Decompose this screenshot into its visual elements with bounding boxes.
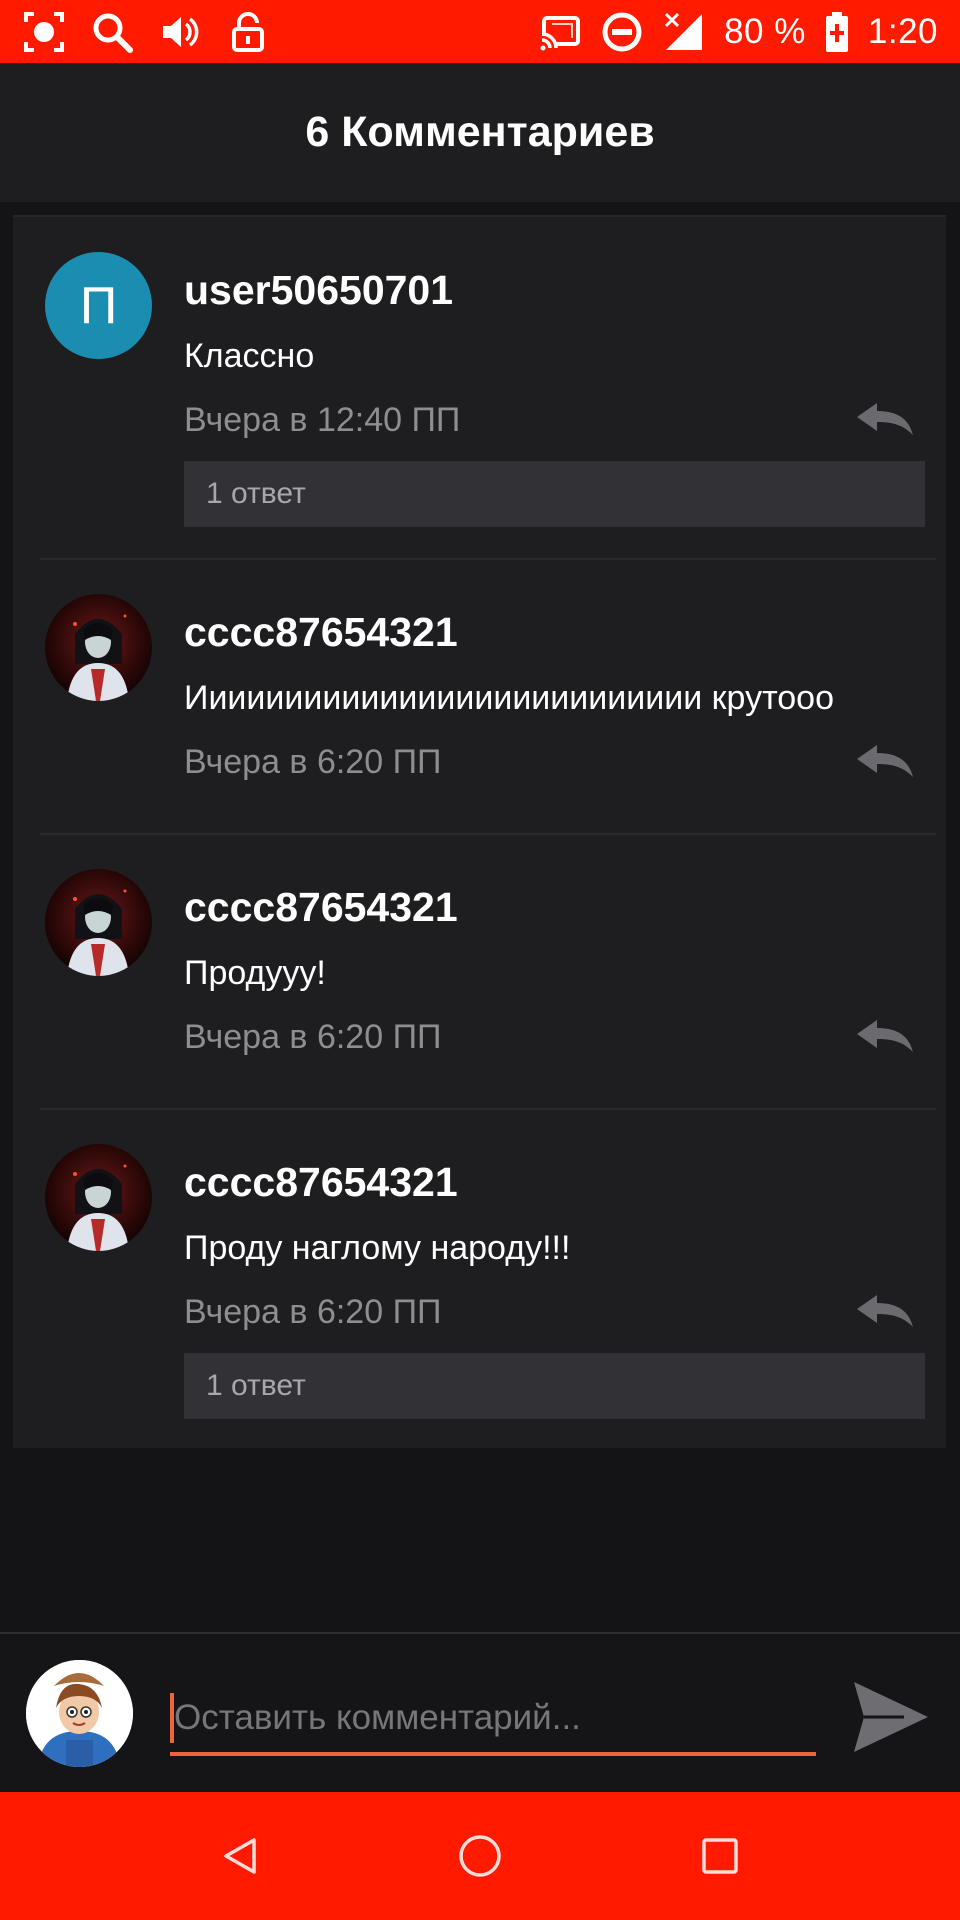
comment-time: Вчера в 6:20 ПП: [184, 1018, 442, 1056]
volume-icon: [158, 10, 202, 54]
comment-item: cccc87654321 Иииииииииииииииииииииииииии…: [13, 559, 946, 834]
header: 6 Комментариев: [0, 63, 960, 202]
replies-button[interactable]: 1 ответ: [184, 461, 925, 527]
comment-username[interactable]: cccc87654321: [184, 884, 458, 931]
battery-percent: 80 %: [724, 11, 806, 51]
reply-icon[interactable]: [855, 401, 915, 437]
comment-text: Иииииииииииииииииииииииииии крутооо: [184, 679, 835, 717]
do-not-disturb-icon: [600, 10, 644, 54]
signal-icon: [662, 10, 706, 54]
comment-username[interactable]: cccc87654321: [184, 609, 458, 656]
home-button[interactable]: [440, 1816, 520, 1896]
comment-item: П user50650701 Классно Вчера в 12:40 ПП …: [13, 217, 946, 559]
comment-item: cccc87654321 Продууу! Вчера в 6:20 ПП: [13, 834, 946, 1109]
back-button[interactable]: [200, 1816, 280, 1896]
recents-button[interactable]: [680, 1816, 760, 1896]
lock-icon: [226, 10, 270, 54]
comments-list: П user50650701 Классно Вчера в 12:40 ПП …: [13, 215, 946, 1448]
replies-button[interactable]: 1 ответ: [184, 1353, 925, 1419]
comment-time: Вчера в 6:20 ПП: [184, 743, 442, 781]
avatar[interactable]: [45, 594, 152, 701]
comment-text: Проду наглому народу!!!: [184, 1229, 571, 1267]
reply-icon[interactable]: [855, 743, 915, 779]
home-circle-icon: [459, 1835, 501, 1877]
comment-text-input[interactable]: [174, 1698, 794, 1738]
battery-charging-icon: [824, 10, 850, 54]
comment-username[interactable]: cccc87654321: [184, 1159, 458, 1206]
comment-input-bar: [0, 1632, 960, 1792]
comment-text: Продууу!: [184, 954, 326, 992]
comment-username[interactable]: user50650701: [184, 267, 453, 314]
avatar[interactable]: П: [45, 252, 152, 359]
reply-icon[interactable]: [855, 1018, 915, 1054]
avatar[interactable]: [45, 869, 152, 976]
send-icon[interactable]: [852, 1680, 930, 1754]
back-triangle-icon: [224, 1838, 256, 1874]
avatar[interactable]: [45, 1144, 152, 1251]
my-avatar[interactable]: [26, 1660, 133, 1767]
clock: 1:20: [867, 11, 938, 51]
status-bar: 80 % 1:20: [0, 0, 960, 63]
comment-text: Классно: [184, 337, 315, 375]
page-title: 6 Комментариев: [305, 108, 655, 156]
navigation-bar: [0, 1792, 960, 1920]
reply-icon[interactable]: [855, 1293, 915, 1329]
comment-time: Вчера в 12:40 ПП: [184, 401, 461, 439]
screen-record-icon: [22, 10, 66, 54]
comment-time: Вчера в 6:20 ПП: [184, 1293, 442, 1331]
comment-input[interactable]: [170, 1684, 816, 1756]
search-icon: [90, 10, 134, 54]
recents-square-icon: [702, 1838, 738, 1874]
cast-icon: [538, 10, 582, 54]
comment-item: cccc87654321 Проду наглому народу!!! Вче…: [13, 1109, 946, 1450]
